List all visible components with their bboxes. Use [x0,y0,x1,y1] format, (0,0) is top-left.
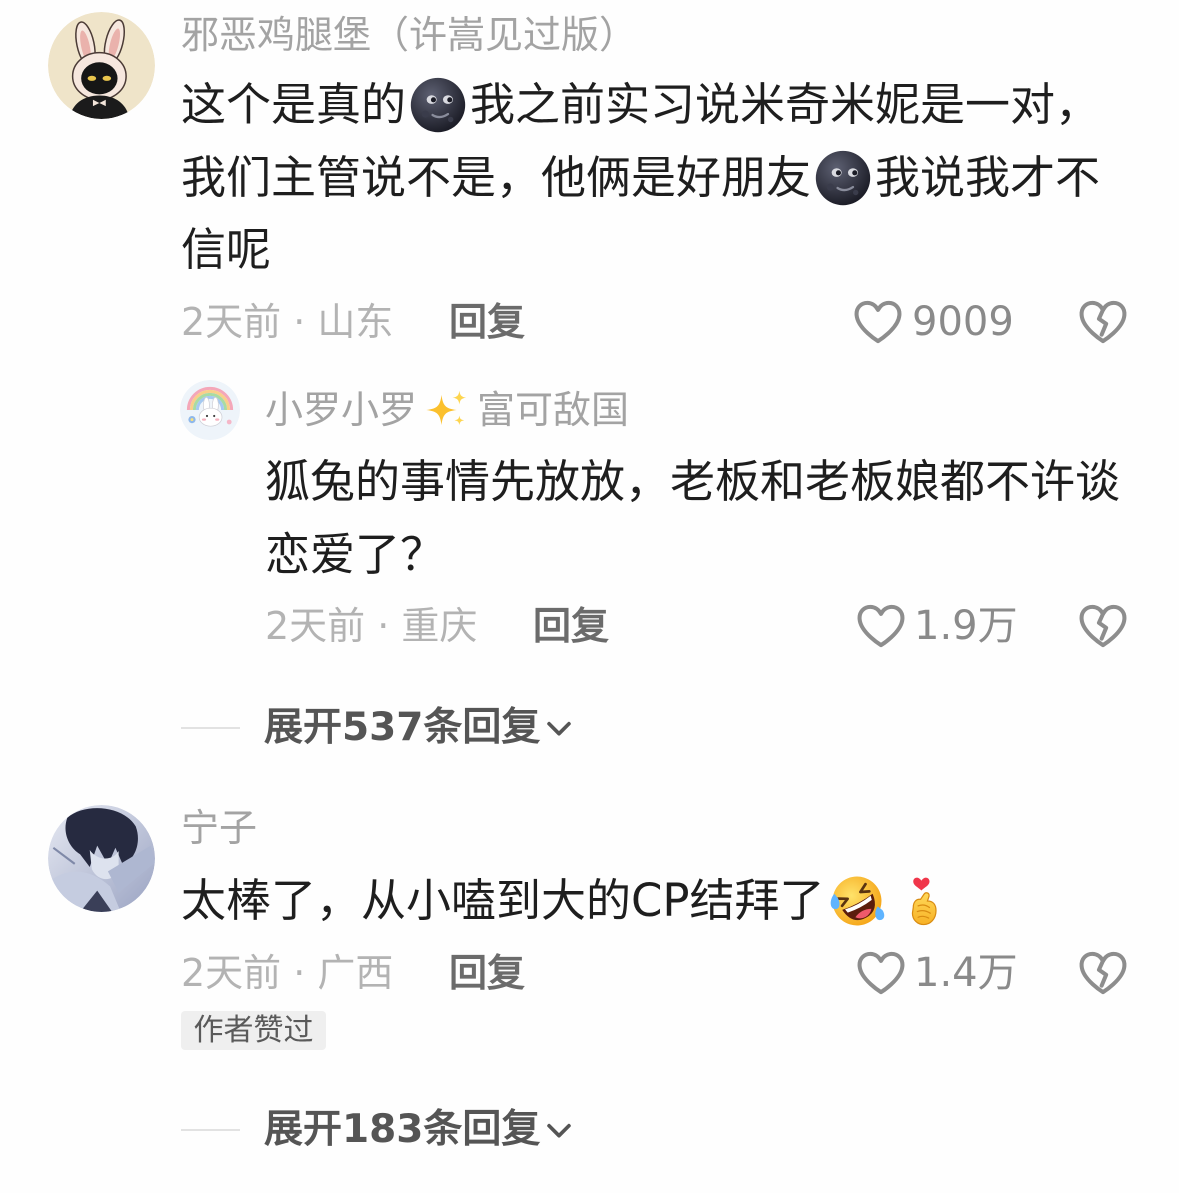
reply-button[interactable]: 回复 [449,948,525,998]
heart-outline-icon[interactable] [854,599,908,653]
expand-replies-button[interactable]: 展开183条回复 [264,1105,576,1155]
expand-replies-label: 展开537条回复 [264,705,541,750]
comment-text: 太棒了，从小嗑到大的CP结拜了 [181,865,952,938]
rainbow-bunny-avatar[interactable] [180,380,240,440]
comment-time-location: 2天前 · 广西 [181,951,394,995]
broken-heart-icon[interactable] [1076,295,1130,349]
expand-replies-button[interactable]: 展开537条回复 [264,703,576,753]
comment-text-line: 我们主管说不是，他俩是好朋友 我说我才不 [181,142,1100,215]
expand-divider [181,1129,240,1131]
text-segment: 我说我才不 [875,150,1101,204]
finger-heart-emoji-icon [897,871,949,931]
broken-heart-icon[interactable] [1076,599,1130,653]
comment-time-location: 2天前 · 山东 [181,300,394,344]
new-moon-face-emoji-icon [814,149,872,207]
reply-text-line: 狐兔的事情先放放，老板和老板娘都不许谈 [265,446,1120,519]
chevron-down-icon [542,711,576,745]
like-count: 1.9万 [914,603,1018,649]
like-count: 1.4万 [914,950,1018,996]
comment-text-line: 信呢 [181,214,1100,287]
comment-section: 邪恶鸡腿堡（许嵩见过版） 这个是真的 我之前实习说米奇米妮是一对， 我们主管说不… [0,0,1179,1193]
reply-username[interactable]: 小罗小罗 富可敌国 [265,385,629,435]
rolling-on-floor-laughing-emoji-icon [828,872,886,930]
reply-time-location: 2天前 · 重庆 [265,604,478,648]
expand-replies-label: 展开183条回复 [264,1107,541,1152]
reply-text: 狐兔的事情先放放，老板和老板娘都不许谈 恋爱了？ [265,446,1120,591]
new-moon-face-emoji-icon [409,76,467,134]
anime-boy-avatar[interactable] [48,805,155,912]
text-segment: 太棒了，从小嗑到大的CP结拜了 [181,874,825,927]
reply-button[interactable]: 回复 [449,297,525,347]
text-segment: 恋爱了？ [265,527,446,581]
comment-text: 这个是真的 我之前实习说米奇米妮是一对， 我们主管说不是，他俩是好朋友 我说我才… [181,69,1100,287]
broken-heart-icon[interactable] [1076,946,1130,1000]
heart-outline-icon[interactable] [854,946,908,1000]
reply-text-line: 恋爱了？ [265,519,1120,592]
username-segment: 小罗小罗 [265,388,418,432]
sparkles-emoji-icon [425,388,469,432]
comment-text-line: 太棒了，从小嗑到大的CP结拜了 [181,865,952,938]
username-segment: 富可敌国 [477,388,630,432]
text-segment: 这个是真的 [181,78,407,131]
like-count: 9009 [912,299,1014,345]
text-segment: 狐兔的事情先放放，老板和老板娘都不许谈 [265,455,1121,508]
comment-text-line: 这个是真的 我之前实习说米奇米妮是一对， [181,69,1100,142]
bunny-hood-cat-avatar[interactable] [48,12,155,119]
heart-outline-icon[interactable] [851,295,905,349]
text-segment: 我们主管说不是，他俩是好朋友 [181,150,812,204]
chevron-down-icon [542,1113,576,1147]
reply-button[interactable]: 回复 [533,601,609,651]
text-segment: 我之前实习说米奇米妮是一对， [470,78,1101,131]
comment-username[interactable]: 邪恶鸡腿堡（许嵩见过版） [181,10,637,60]
comment-username[interactable]: 宁子 [181,803,257,853]
author-liked-badge: 作者赞过 [181,1011,326,1050]
expand-divider [181,727,240,729]
text-segment: 信呢 [181,223,272,276]
